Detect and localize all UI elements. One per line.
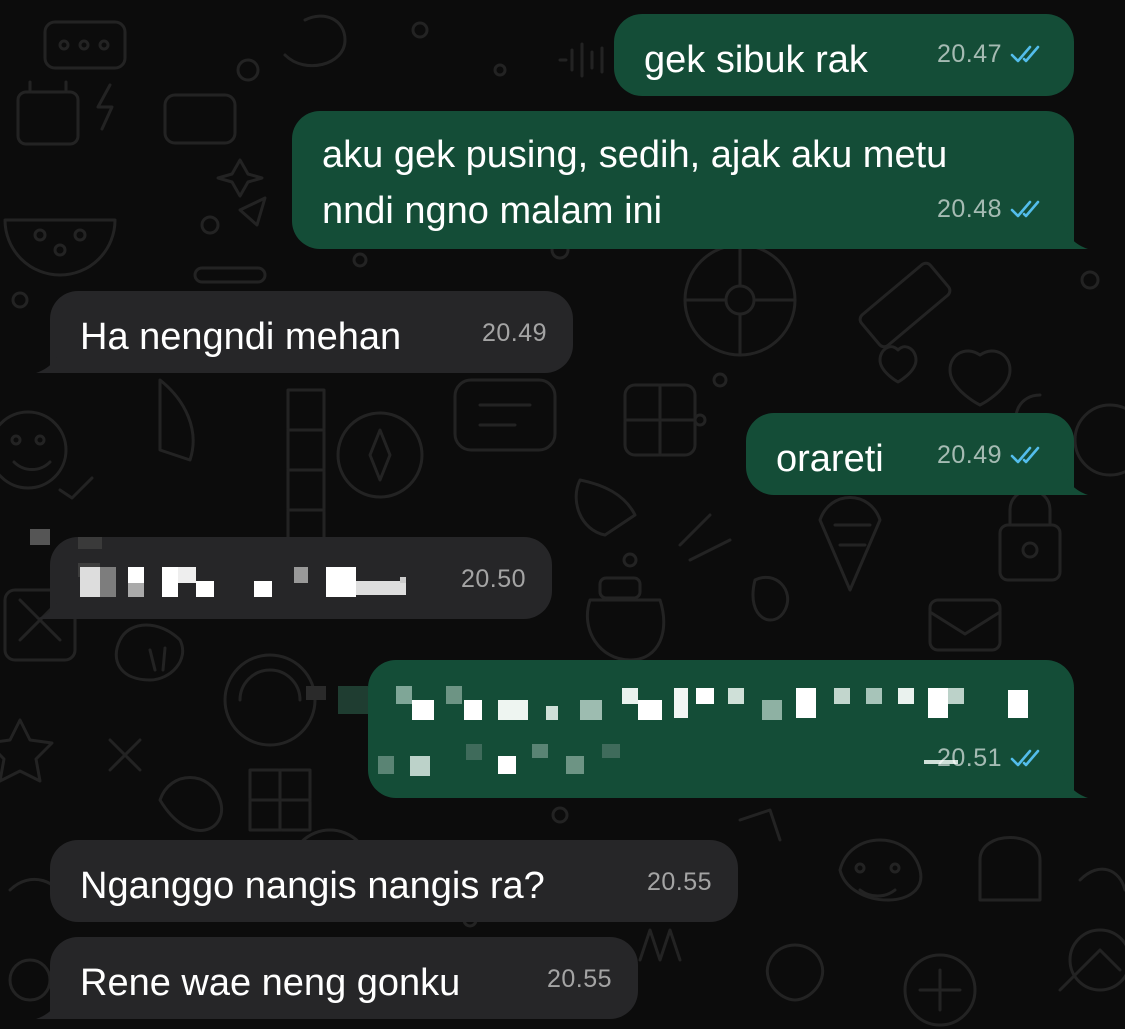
bubble-tail bbox=[1062, 219, 1088, 249]
message-bubble-outgoing[interactable]: 20.51 bbox=[306, 660, 1088, 798]
message-meta: 20.50 bbox=[461, 551, 526, 607]
chat-view[interactable]: gek sibuk rak 20.47 aku gek pusing, sedi… bbox=[0, 0, 1125, 1029]
bubble-tail bbox=[1062, 768, 1088, 798]
message-meta: 20.49 bbox=[937, 427, 1046, 483]
message-meta: 20.47 bbox=[937, 26, 1046, 82]
message-time: 20.50 bbox=[460, 565, 526, 593]
message-bubble-incoming[interactable]: Ha nengndi mehan 20.49 bbox=[36, 291, 573, 373]
message-bubble-outgoing[interactable]: gek sibuk rak 20.47 bbox=[614, 14, 1074, 96]
message-meta: 20.51 bbox=[937, 730, 1046, 786]
censored-text-pixelation bbox=[30, 529, 480, 619]
message-bubble-incoming[interactable]: Rene wae neng gonku 20.55 bbox=[36, 937, 638, 1019]
message-bubble-outgoing[interactable]: orareti 20.49 bbox=[746, 413, 1088, 495]
read-double-check-icon bbox=[1010, 446, 1040, 464]
bubble-tail bbox=[36, 343, 62, 373]
message-time: 20.48 bbox=[936, 195, 1002, 223]
read-double-check-icon bbox=[1010, 749, 1040, 767]
message-meta: 20.48 bbox=[937, 181, 1046, 237]
message-time: 20.51 bbox=[936, 744, 1002, 772]
message-bubble-incoming[interactable]: 20.50 bbox=[30, 529, 552, 619]
message-time: 20.55 bbox=[546, 965, 612, 993]
bubble-tail bbox=[1062, 465, 1088, 495]
read-double-check-icon bbox=[1010, 200, 1040, 218]
bubble-tail bbox=[36, 589, 62, 619]
message-bubble-incoming[interactable]: Nganggo nangis nangis ra? 20.55 bbox=[50, 840, 738, 922]
message-bubble-outgoing[interactable]: aku gek pusing, sedih, ajak aku metu nnd… bbox=[292, 111, 1088, 249]
message-meta: 20.55 bbox=[647, 854, 712, 910]
message-time: 20.49 bbox=[936, 441, 1002, 469]
bubble-tail bbox=[36, 989, 62, 1019]
message-text: Nganggo nangis nangis ra? bbox=[80, 865, 545, 907]
message-meta: 20.49 bbox=[482, 305, 547, 361]
message-meta: 20.55 bbox=[547, 951, 612, 1007]
read-double-check-icon bbox=[1010, 45, 1040, 63]
message-time: 20.49 bbox=[481, 319, 547, 347]
message-time: 20.55 bbox=[646, 868, 712, 896]
message-time: 20.47 bbox=[936, 40, 1002, 68]
